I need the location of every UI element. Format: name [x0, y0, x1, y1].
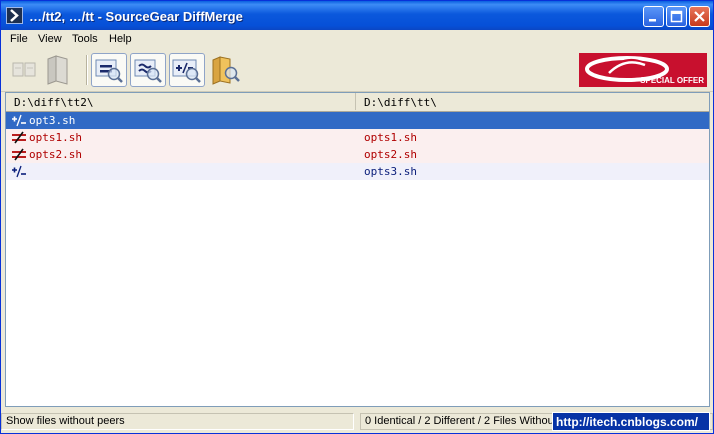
plusminus-magnifier-icon: [172, 59, 201, 83]
title-bar[interactable]: …/tt2, …/tt - SourceGear DiffMerge: [1, 1, 713, 30]
status-left: Show files without peers: [1, 413, 354, 430]
maximize-button[interactable]: [666, 6, 687, 27]
maximize-icon: [670, 10, 683, 23]
table-row[interactable]: opts3.sh: [6, 163, 709, 180]
banner-text: SPECIAL OFFER: [640, 76, 704, 85]
left-file-name: opt3.sh: [29, 114, 76, 127]
menu-tools[interactable]: Tools: [72, 33, 98, 45]
left-file-name: opts2.sh: [29, 148, 82, 161]
column-header-left[interactable]: D:\diff\tt2\: [6, 93, 356, 110]
menu-bar: File View Tools Help: [1, 30, 713, 49]
peerless-icon: [11, 114, 27, 127]
close-button[interactable]: [689, 6, 710, 27]
minimize-button[interactable]: [643, 6, 664, 27]
close-icon: [694, 11, 705, 22]
right-file-name: opts2.sh: [364, 148, 417, 161]
diffmerge-window: …/tt2, …/tt - SourceGear DiffMerge File …: [0, 0, 714, 434]
equal-magnifier-icon: [95, 59, 123, 83]
right-file-name: opts1.sh: [364, 131, 417, 144]
column-header-bar: D:\diff\tt2\ D:\diff\tt\: [6, 93, 709, 112]
special-offer-banner[interactable]: SPECIAL OFFER: [579, 53, 707, 87]
menu-help[interactable]: Help: [109, 33, 132, 45]
open-folder-compare-button[interactable]: [43, 53, 79, 87]
menu-file[interactable]: File: [10, 33, 28, 45]
peerless-icon: [11, 165, 27, 178]
left-file-name: opts1.sh: [29, 131, 82, 144]
open-file-compare-button[interactable]: [9, 53, 45, 87]
folder-magnifier-icon: [212, 56, 240, 85]
folder-diff-list[interactable]: D:\diff\tt2\ D:\diff\tt\ opt3.sh opts1.s…: [5, 92, 710, 407]
show-identical-button[interactable]: [91, 53, 127, 87]
folders-icon: [47, 55, 68, 85]
watermark-url: http://itech.cnblogs.com/: [552, 412, 710, 431]
table-row[interactable]: opt3.sh: [6, 112, 709, 129]
show-peerless-button[interactable]: [169, 53, 205, 87]
browse-folder-button[interactable]: [208, 53, 244, 87]
window-title: …/tt2, …/tt - SourceGear DiffMerge: [29, 9, 243, 24]
app-icon[interactable]: [6, 7, 23, 24]
two-pages-icon: [12, 62, 36, 77]
table-row[interactable]: opts2.sh opts2.sh: [6, 146, 709, 163]
right-file-name: opts3.sh: [364, 165, 417, 178]
show-different-button[interactable]: [130, 53, 166, 87]
table-row[interactable]: opts1.sh opts1.sh: [6, 129, 709, 146]
minimize-icon: [649, 19, 656, 22]
toolbar-separator: [86, 55, 88, 85]
not-equal-icon: [11, 131, 27, 144]
column-header-right[interactable]: D:\diff\tt\: [356, 93, 709, 110]
approx-magnifier-icon: [134, 59, 162, 83]
not-equal-icon: [11, 148, 27, 161]
menu-view[interactable]: View: [38, 33, 62, 45]
